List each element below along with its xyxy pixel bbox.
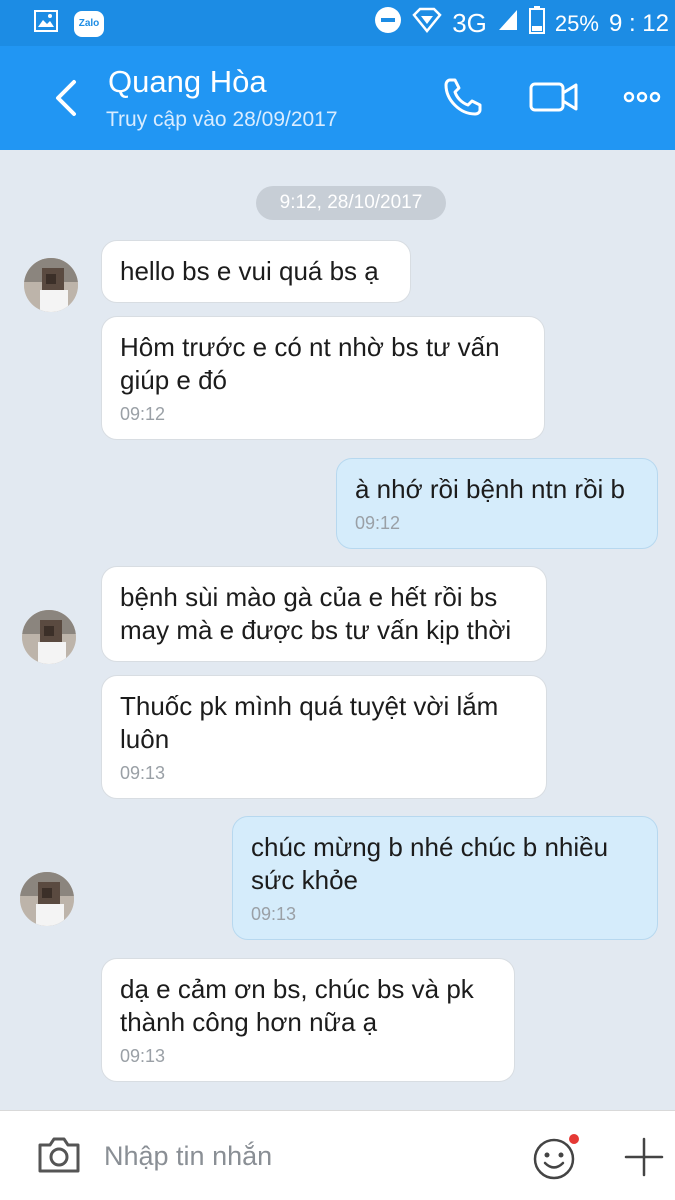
message-text: dạ e cảm ơn bs, chúc bs và pk thành công… [120, 974, 474, 1037]
gallery-icon [34, 10, 58, 37]
message-bubble-incoming[interactable]: bệnh sùi mào gà của e hết rồi bs may mà … [101, 566, 547, 662]
signal-icon [497, 8, 519, 39]
last-seen-text: Truy cập vào 28/09/2017 [106, 108, 338, 131]
date-divider: 9:12, 28/10/2017 [256, 186, 446, 220]
message-bubble-incoming[interactable]: dạ e cảm ơn bs, chúc bs và pk thành công… [101, 958, 515, 1082]
message-time: 09:13 [120, 1046, 166, 1066]
message-bubble-outgoing[interactable]: à nhớ rồi bệnh ntn rồi b 09:12 [336, 458, 658, 549]
message-input-bar: Nhập tin nhắn [0, 1110, 675, 1200]
message-bubble-incoming[interactable]: Thuốc pk mình quá tuyệt vời lắm luôn 09:… [101, 675, 547, 799]
message-time: 09:13 [251, 904, 297, 924]
message-text: Thuốc pk mình quá tuyệt vời lắm luôn [120, 691, 499, 754]
do-not-disturb-icon [374, 6, 402, 41]
message-bubble-outgoing[interactable]: chúc mừng b nhé chúc b nhiều sức khỏe 09… [232, 816, 658, 940]
status-bar: Zalo 3G 25% 9 : 12 [0, 0, 675, 46]
emoji-sticker-icon[interactable] [530, 1131, 580, 1186]
message-text: à nhớ rồi bệnh ntn rồi b [355, 474, 626, 504]
network-type: 3G [452, 8, 487, 38]
add-attachment-icon[interactable] [622, 1135, 666, 1184]
avatar[interactable] [22, 610, 76, 664]
status-indicators: 3G 25% 9 : 12 [374, 6, 669, 41]
more-options-icon[interactable] [620, 72, 670, 122]
message-bubble-incoming[interactable]: hello bs e vui quá bs ạ [101, 240, 411, 303]
battery-icon [528, 6, 545, 41]
camera-icon[interactable] [36, 1135, 82, 1180]
status-notifications: Zalo [34, 10, 104, 37]
video-call-icon[interactable] [528, 72, 578, 122]
clock: 9 : 12 [608, 9, 669, 37]
contact-name[interactable]: Quang Hòa [108, 64, 267, 100]
message-text: Hôm trước e có nt nhờ bs tư vấn giúp e đ… [120, 332, 500, 395]
message-text: bệnh sùi mào gà của e hết rồi bs may mà … [120, 582, 512, 645]
hotspot-icon [412, 7, 442, 40]
message-text: hello bs e vui quá bs ạ [120, 256, 379, 286]
message-text: chúc mừng b nhé chúc b nhiều sức khỏe [251, 832, 609, 895]
message-time: 09:12 [120, 404, 166, 424]
chat-header: Quang Hòa Truy cập vào 28/09/2017 [0, 46, 675, 150]
message-bubble-incoming[interactable]: Hôm trước e có nt nhờ bs tư vấn giúp e đ… [101, 316, 545, 440]
phone-call-icon[interactable] [438, 72, 488, 122]
avatar[interactable] [24, 258, 78, 312]
message-time: 09:13 [120, 763, 166, 783]
message-time: 09:12 [355, 513, 401, 533]
message-list[interactable]: 9:12, 28/10/2017 hello bs e vui quá bs ạ… [0, 150, 675, 1110]
battery-level: 25% [554, 10, 599, 36]
avatar[interactable] [20, 872, 74, 926]
back-arrow-icon[interactable] [48, 76, 88, 120]
zalo-app-icon: Zalo [74, 10, 104, 37]
message-input[interactable]: Nhập tin nhắn [104, 1141, 272, 1172]
